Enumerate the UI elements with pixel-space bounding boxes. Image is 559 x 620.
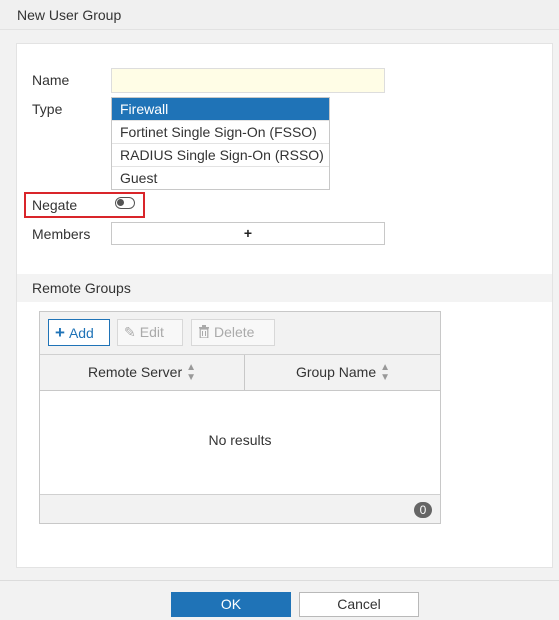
column-group-name[interactable]: Group Name ▲ ▼ bbox=[246, 355, 440, 390]
dialog-title: New User Group bbox=[17, 7, 122, 23]
trash-icon bbox=[198, 320, 210, 345]
row-count-badge: 0 bbox=[414, 502, 432, 518]
delete-button[interactable]: Delete bbox=[191, 319, 275, 346]
type-option-fsso[interactable]: Fortinet Single Sign-On (FSSO) bbox=[112, 121, 329, 144]
negate-toggle[interactable] bbox=[115, 197, 135, 209]
pencil-icon: ✎ bbox=[124, 324, 136, 340]
table-footer: 0 bbox=[40, 494, 440, 523]
type-option-rsso[interactable]: RADIUS Single Sign-On (RSSO) bbox=[112, 144, 329, 167]
remote-groups-header: Remote Groups bbox=[17, 274, 552, 302]
table-header: Remote Server ▲ ▼ Group Name ▲ ▼ bbox=[40, 355, 440, 391]
plus-icon: + bbox=[55, 323, 65, 342]
edit-button[interactable]: ✎ Edit bbox=[117, 319, 183, 346]
toggle-knob bbox=[117, 199, 124, 206]
sort-icon: ▲ ▼ bbox=[380, 362, 391, 384]
plus-icon: + bbox=[243, 225, 253, 241]
name-input[interactable] bbox=[111, 68, 385, 93]
members-label: Members bbox=[32, 226, 91, 242]
column-group-name-label: Group Name bbox=[295, 364, 377, 380]
add-button-label: Add bbox=[68, 325, 94, 341]
remote-groups-table: + Add ✎ Edit Delete Remote Server ▲ ▼ Group … bbox=[39, 311, 441, 524]
add-button[interactable]: + Add bbox=[48, 319, 110, 346]
negate-label: Negate bbox=[32, 197, 78, 213]
members-add-field[interactable]: + bbox=[111, 222, 385, 245]
empty-message: No results bbox=[208, 432, 272, 448]
type-option-guest[interactable]: Guest bbox=[112, 167, 329, 190]
column-remote-server-label: Remote Server bbox=[87, 364, 183, 380]
sort-icon: ▲ ▼ bbox=[186, 362, 197, 384]
column-remote-server[interactable]: Remote Server ▲ ▼ bbox=[40, 355, 245, 390]
table-toolbar: + Add ✎ Edit Delete bbox=[40, 312, 440, 355]
ok-button[interactable]: OK bbox=[171, 592, 291, 617]
type-option-firewall[interactable]: Firewall bbox=[112, 98, 329, 121]
name-label: Name bbox=[32, 72, 70, 88]
edit-button-label: Edit bbox=[139, 324, 164, 340]
type-listbox[interactable]: Firewall Fortinet Single Sign-On (FSSO) … bbox=[111, 97, 330, 190]
type-label: Type bbox=[32, 101, 63, 117]
cancel-button[interactable]: Cancel bbox=[299, 592, 419, 617]
dialog-titlebar: New User Group bbox=[0, 0, 559, 30]
remote-groups-title: Remote Groups bbox=[32, 280, 131, 296]
delete-button-label: Delete bbox=[214, 324, 255, 340]
